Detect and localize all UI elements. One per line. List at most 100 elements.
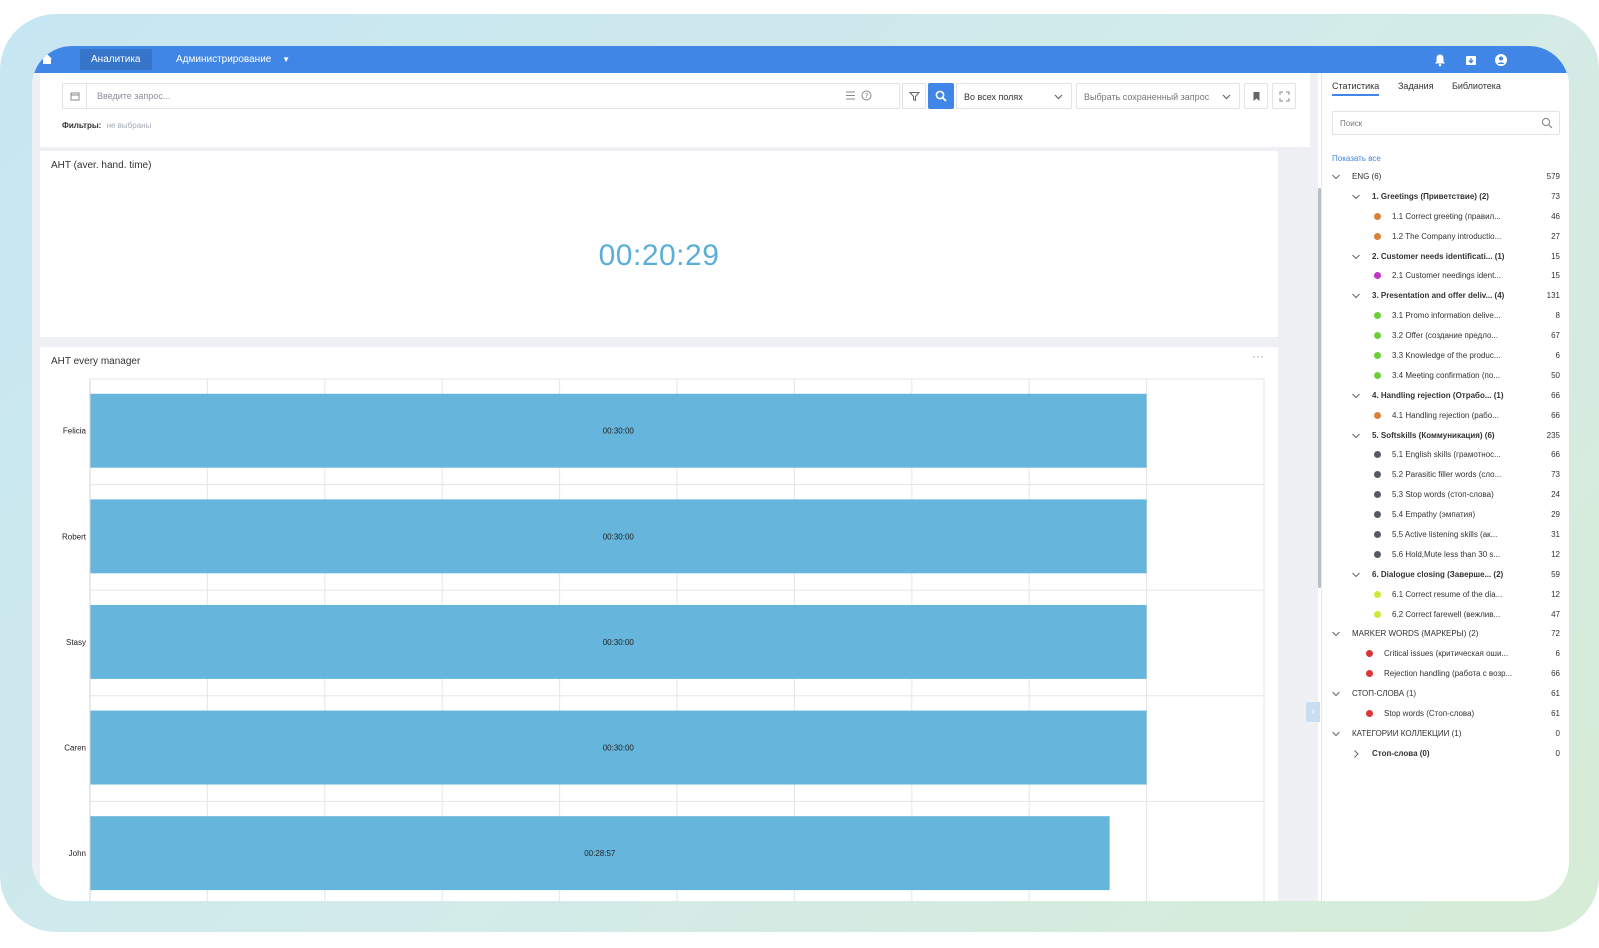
chevron-down-icon[interactable] xyxy=(1352,193,1360,201)
bell-icon[interactable] xyxy=(1433,53,1447,67)
tree-row-label: Стоп-слова (0) xyxy=(1372,748,1430,758)
category-color-dot xyxy=(1374,272,1381,280)
category-label: Felicia xyxy=(63,427,87,436)
tree-item-row[interactable]: 5.4 Empathy (эмпатия) 29 xyxy=(1322,505,1569,525)
tree-item-row[interactable]: 6.2 Correct farewell (вежлив... 47 xyxy=(1322,605,1569,625)
tree-item-row[interactable]: 1.1 Correct greeting (правил... 46 xyxy=(1322,207,1569,227)
tab-statistics[interactable]: Статистика xyxy=(1332,81,1380,96)
chevron-down-icon: ▼ xyxy=(282,55,291,64)
date-picker-button[interactable] xyxy=(63,84,87,108)
tree-row-label: 5.5 Active listening skills (ак... xyxy=(1392,530,1498,540)
list-icon[interactable] xyxy=(845,90,856,101)
chevron-down-icon[interactable] xyxy=(1352,432,1360,440)
query-input-box[interactable]: Введите запрос... ? xyxy=(62,83,900,109)
tree-group-row[interactable]: СТОП-СЛОВА (1) 61 xyxy=(1322,684,1569,704)
tree-group-row[interactable]: MARKER WORDS (МАРКЕРЫ) (2) 72 xyxy=(1322,624,1569,644)
tree-item-row[interactable]: 3.1 Promo information delive... 8 xyxy=(1322,306,1569,326)
category-color-dot xyxy=(1374,411,1381,419)
tree-group-row[interactable]: ENG (6) 579 xyxy=(1322,167,1569,187)
tree-group-row[interactable]: 3. Presentation and offer deliv... (4) 13… xyxy=(1322,286,1569,306)
tree-item-row[interactable]: 5.3 Stop words (стоп-слова) 24 xyxy=(1322,485,1569,505)
chevron-down-icon[interactable] xyxy=(1332,630,1340,638)
tab-library[interactable]: Библиотека xyxy=(1452,81,1501,94)
tree-row-count: 66 xyxy=(1551,450,1560,460)
tree-group-row[interactable]: 1. Greetings (Приветствие) (2) 73 xyxy=(1322,187,1569,207)
tree-row-count: 66 xyxy=(1551,669,1560,679)
chevron-down-icon[interactable] xyxy=(1352,571,1360,579)
chevron-right-icon: › xyxy=(1311,706,1315,717)
home-icon[interactable] xyxy=(40,52,54,66)
tree-group-row[interactable]: КАТЕГОРИИ КОЛЛЕКЦИИ (1) 0 xyxy=(1322,724,1569,744)
category-color-dot xyxy=(1374,531,1381,539)
tree-item-row[interactable]: 2.1 Customer needings ident... 15 xyxy=(1322,266,1569,286)
tree-row-label: 5.6 Hold,Mute less than 30 s... xyxy=(1392,549,1501,559)
tree-item-row[interactable]: 5.1 English skills (грамотнос... 66 xyxy=(1322,445,1569,465)
tree-group-row[interactable]: 6. Dialogue closing (Заверше... (2) 59 xyxy=(1322,565,1569,585)
category-color-dot xyxy=(1366,710,1373,718)
user-icon[interactable] xyxy=(1494,53,1508,67)
aht-bar-chart: 00:30:00 Felicia 00:30:00 Robert 00:30:00 Sta… xyxy=(62,378,1265,901)
bookmark-button[interactable] xyxy=(1244,83,1268,109)
category-color-dot xyxy=(1374,451,1381,459)
fullscreen-button[interactable] xyxy=(1272,83,1296,109)
tab-analytics[interactable]: Аналитика xyxy=(80,49,152,70)
category-label: Caren xyxy=(64,744,86,753)
tree-row-label: 1.2 The Company introductio... xyxy=(1392,231,1502,241)
tree-item-row[interactable]: 4.1 Handling rejection (рабо... 66 xyxy=(1322,406,1569,426)
tree-item-row[interactable]: 5.5 Active listening skills (ак... 31 xyxy=(1322,525,1569,545)
chevron-down-icon[interactable] xyxy=(1332,690,1340,698)
chevron-down-icon[interactable] xyxy=(1352,253,1360,261)
tree-row-label: 5. Softskills (Коммуникация) (6) xyxy=(1372,430,1495,440)
tree-item-row[interactable]: 1.2 The Company introductio... 27 xyxy=(1322,227,1569,247)
chevron-down-icon[interactable] xyxy=(1332,730,1340,738)
tree-item-row[interactable]: 3.2 Offer (создание предло... 67 xyxy=(1322,326,1569,346)
tree-group-row[interactable]: 2. Customer needs identificati... (1) 15 xyxy=(1322,247,1569,267)
chevron-right-icon[interactable] xyxy=(1352,749,1360,758)
show-all-link[interactable]: Показать все xyxy=(1332,154,1381,163)
tree-item-row[interactable]: 5.6 Hold,Mute less than 30 s... 12 xyxy=(1322,545,1569,565)
download-icon[interactable] xyxy=(1464,53,1478,67)
saved-query-select[interactable]: Выбрать сохраненный запрос xyxy=(1076,83,1240,109)
tree-row-count: 72 xyxy=(1551,629,1560,639)
collapse-panel-button[interactable]: › xyxy=(1306,702,1320,722)
tree-row-count: 0 xyxy=(1555,728,1560,738)
filters-line: Фильтры: не выбраны xyxy=(62,121,151,130)
tree-row-label: 5.1 English skills (грамотнос... xyxy=(1392,450,1501,460)
tab-tasks[interactable]: Задания xyxy=(1398,81,1434,94)
bar-value-label: 00:28:57 xyxy=(584,849,616,858)
help-icon[interactable]: ? xyxy=(861,90,872,101)
chevron-down-icon[interactable] xyxy=(1352,392,1360,400)
filter-button[interactable] xyxy=(902,83,926,109)
tree-row-count: 12 xyxy=(1551,589,1560,599)
tree-item-row[interactable]: 3.4 Meeting confirmation (по... 50 xyxy=(1322,366,1569,386)
category-color-dot xyxy=(1374,352,1381,360)
tree-item-row[interactable]: 5.2 Parasitic filler words (сло... 73 xyxy=(1322,465,1569,485)
tree-group-row[interactable]: 5. Softskills (Коммуникация) (6) 235 xyxy=(1322,426,1569,446)
tree-row-count: 31 xyxy=(1551,530,1560,540)
tree-row-count: 24 xyxy=(1551,490,1560,500)
tree-row-label: СТОП-СЛОВА (1) xyxy=(1352,689,1417,699)
tree-item-row[interactable]: 3.3 Knowledge of the produc... 6 xyxy=(1322,346,1569,366)
tab-administration[interactable]: Администрирование ▼ xyxy=(165,49,301,70)
chevron-down-icon[interactable] xyxy=(1332,173,1340,181)
category-label: Stasy xyxy=(66,638,86,647)
chevron-down-icon[interactable] xyxy=(1352,292,1360,300)
bar-value-label: 00:30:00 xyxy=(603,638,635,647)
tree-row-count: 6 xyxy=(1555,649,1560,659)
saved-query-select-value: Выбрать сохраненный запрос xyxy=(1084,92,1210,102)
tree-item-row[interactable]: Stop words (Стоп-слова) 61 xyxy=(1322,704,1569,724)
tree-row-label: 4. Handling rejection (Отрабо... (1) xyxy=(1372,390,1504,400)
category-color-dot xyxy=(1374,312,1381,320)
tree-group-row[interactable]: 4. Handling rejection (Отрабо... (1) 66 xyxy=(1322,386,1569,406)
tree-row-label: 5.4 Empathy (эмпатия) xyxy=(1392,510,1476,520)
tree-row-label: 3.2 Offer (создание предло... xyxy=(1392,331,1499,341)
tree-item-row[interactable]: 6.1 Correct resume of the dia... 12 xyxy=(1322,585,1569,605)
tree-row-label: 3.3 Knowledge of the produc... xyxy=(1392,351,1501,361)
tree-item-row[interactable]: Critical issues (критическая оши... 6 xyxy=(1322,644,1569,664)
stats-search-input[interactable]: Поиск xyxy=(1332,111,1560,135)
search-button[interactable] xyxy=(928,83,954,109)
tree-group-row[interactable]: Стоп-слова (0) 0 xyxy=(1322,744,1569,764)
tree-item-row[interactable]: Rejection handling (работа с возр... 66 xyxy=(1322,664,1569,684)
fields-select[interactable]: Во всех полях xyxy=(956,83,1072,109)
tree-row-label: Rejection handling (работа с возр... xyxy=(1384,669,1513,679)
